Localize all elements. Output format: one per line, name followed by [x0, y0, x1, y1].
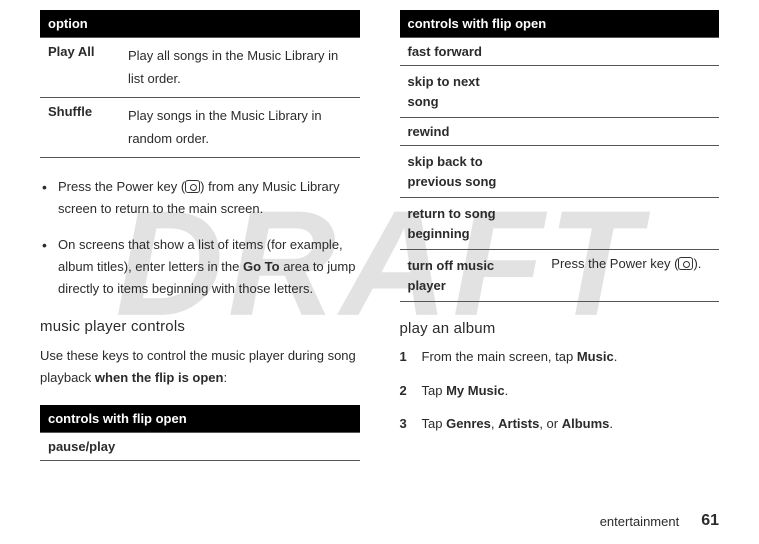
step-bold: Albums [562, 416, 610, 431]
step-post: . [505, 383, 509, 398]
intro-bold: when the flip is open [95, 370, 224, 385]
step-bold: My Music [446, 383, 505, 398]
bullet-list: Press the Power key () from any Music Li… [40, 176, 360, 300]
list-item: Press the Power key () from any Music Li… [58, 176, 360, 220]
control-key-line2: beginning [408, 226, 470, 241]
control-key-line2: player [408, 278, 446, 293]
steps-list: 1 From the main screen, tap Music. 2 Tap… [400, 347, 720, 434]
control-key: skip back to previous song [400, 146, 544, 198]
controls-header: controls with flip open [400, 10, 720, 38]
power-key-icon [678, 257, 693, 270]
footer-page-number: 61 [701, 512, 719, 530]
step-bold: Music [577, 349, 614, 364]
step-bold: Genres [446, 416, 491, 431]
intro-paragraph: Use these keys to control the music play… [40, 345, 360, 389]
controls-header: controls with flip open [40, 405, 360, 433]
step-post: . [609, 416, 613, 431]
option-table-header: option [40, 10, 360, 38]
footer-section: entertainment [600, 514, 680, 529]
step-text: Tap My Music. [422, 381, 509, 401]
control-key-line1: skip to next [408, 74, 480, 89]
goto-label: Go To [243, 259, 280, 274]
intro-post: : [223, 370, 227, 385]
control-key: skip to next song [400, 66, 544, 118]
control-desc [543, 118, 719, 146]
step-number: 1 [400, 347, 422, 367]
control-key-line2: previous song [408, 174, 497, 189]
step-bold: Artists [498, 416, 539, 431]
list-item: On screens that show a list of items (fo… [58, 234, 360, 300]
bullet-text-pre: Press the Power key ( [58, 179, 185, 194]
option-desc: Play all songs in the Music Library in l… [120, 38, 360, 98]
section-heading-play-album: play an album [400, 320, 720, 337]
step-pre: Tap [422, 383, 447, 398]
option-key: Play All [40, 38, 120, 98]
left-column: option Play All Play all songs in the Mu… [40, 10, 360, 479]
table-row: turn off music player Press the Power ke… [400, 250, 720, 302]
controls-table-right: controls with flip open fast forward ski… [400, 10, 720, 302]
step-post: . [614, 349, 618, 364]
section-heading-music-controls: music player controls [40, 318, 360, 335]
control-key-line1: turn off music [408, 258, 495, 273]
list-item: 2 Tap My Music. [400, 381, 720, 401]
control-desc-post: ). [693, 256, 701, 271]
page-body: option Play All Play all songs in the Mu… [0, 0, 759, 489]
control-desc [543, 198, 719, 250]
step-pre: From the main screen, tap [422, 349, 577, 364]
control-desc [543, 38, 719, 66]
table-row: skip to next song [400, 66, 720, 118]
table-row: return to song beginning [400, 198, 720, 250]
table-row: pause/play [40, 433, 360, 461]
control-key: return to song beginning [400, 198, 544, 250]
control-desc [184, 433, 360, 461]
table-row: fast forward [400, 38, 720, 66]
controls-table-left: controls with flip open pause/play [40, 405, 360, 461]
step-number: 2 [400, 381, 422, 401]
step-text: From the main screen, tap Music. [422, 347, 618, 367]
list-item: 1 From the main screen, tap Music. [400, 347, 720, 367]
control-desc [543, 66, 719, 118]
control-key: pause/play [40, 433, 184, 461]
step-text: Tap Genres, Artists, or Albums. [422, 414, 614, 434]
right-column: controls with flip open fast forward ski… [400, 10, 720, 479]
control-desc-pre: Press the Power key ( [551, 256, 678, 271]
table-row: Shuffle Play songs in the Music Library … [40, 97, 360, 157]
step-sep: , or [539, 416, 561, 431]
table-row: rewind [400, 118, 720, 146]
step-number: 3 [400, 414, 422, 434]
control-desc [543, 146, 719, 198]
option-table: option Play All Play all songs in the Mu… [40, 10, 360, 158]
control-key-line2: song [408, 94, 439, 109]
option-key: Shuffle [40, 97, 120, 157]
list-item: 3 Tap Genres, Artists, or Albums. [400, 414, 720, 434]
step-pre: Tap [422, 416, 447, 431]
table-row: skip back to previous song [400, 146, 720, 198]
control-key: turn off music player [400, 250, 544, 302]
control-key-line1: return to song [408, 206, 496, 221]
control-desc: Press the Power key (). [543, 250, 719, 302]
option-desc: Play songs in the Music Library in rando… [120, 97, 360, 157]
power-key-icon [185, 180, 200, 193]
control-key: fast forward [400, 38, 544, 66]
control-key-line1: skip back to [408, 154, 483, 169]
control-key: rewind [400, 118, 544, 146]
table-row: Play All Play all songs in the Music Lib… [40, 38, 360, 98]
page-footer: entertainment 61 [600, 512, 719, 530]
